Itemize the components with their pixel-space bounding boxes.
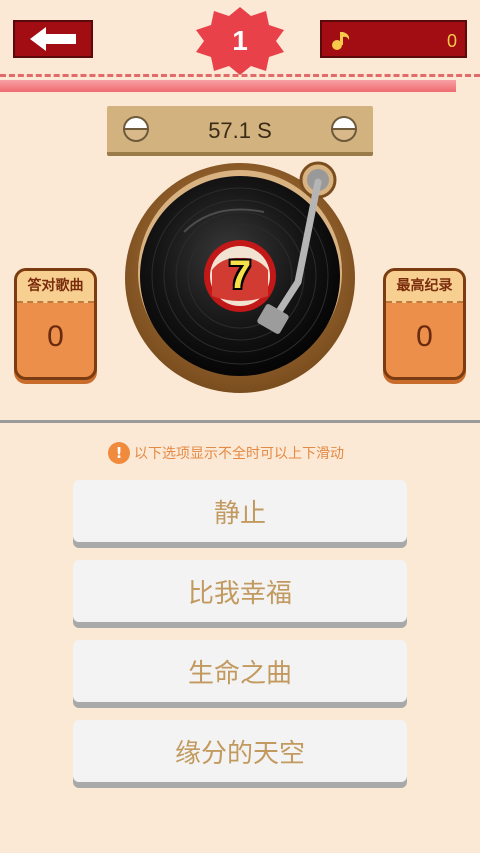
correct-songs-panel: 答对歌曲 0 [14,268,97,380]
level-number: 1 [232,25,248,56]
time-progress-bar [0,80,480,92]
coin-counter: 0 [320,20,467,58]
high-score-title: 最高纪录 [386,271,463,303]
level-badge: 1 [193,6,287,76]
section-divider [0,420,480,423]
high-score-panel: 最高纪录 0 [383,268,466,380]
timer-plate: 57.1 S [107,106,373,156]
hint-text: 以下选项显示不全时可以上下滑动 [134,446,344,462]
answer-option-2[interactable]: 比我幸福 [73,560,407,622]
tonearm [257,161,337,334]
info-icon: ! [108,442,130,464]
answer-option-3[interactable]: 生命之曲 [73,640,407,702]
high-score-value: 0 [416,320,433,353]
music-note-icon [332,32,350,50]
time-progress-fill [0,80,456,92]
header-divider [0,74,480,77]
coin-count: 0 [446,31,457,51]
correct-songs-title: 答对歌曲 [17,271,94,303]
arrow-left-icon [30,27,76,51]
answer-option-4[interactable]: 缘分的天空 [73,720,407,782]
back-button[interactable] [13,20,93,58]
scroll-hint: ! 以下选项显示不全时可以上下滑动 [108,441,344,465]
correct-songs-value: 0 [47,320,64,353]
timer-text: 57.1 S [208,118,272,143]
answer-option-1[interactable]: 静止 [73,480,407,542]
